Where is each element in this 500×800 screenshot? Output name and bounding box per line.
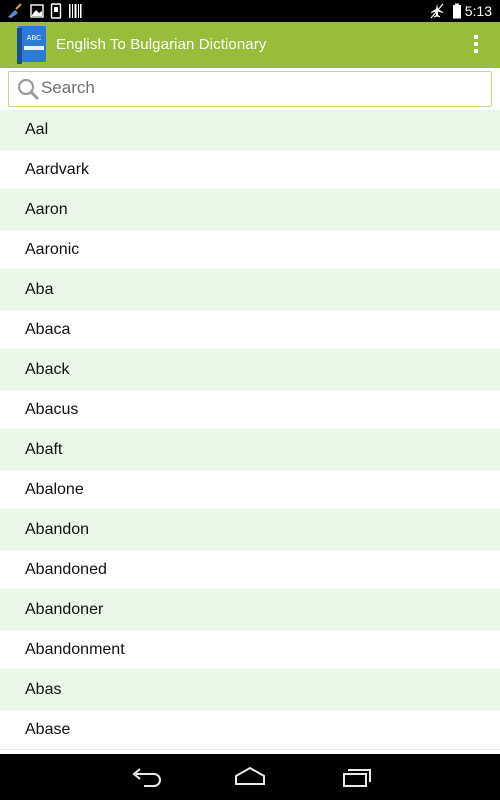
list-item[interactable]: Aardvark: [0, 150, 500, 190]
app-title: English To Bulgarian Dictionary: [56, 36, 267, 53]
overflow-menu-icon[interactable]: [470, 33, 482, 57]
search-icon: [17, 78, 39, 100]
barcode-icon: [69, 4, 82, 18]
word-list: Aal Aardvark Aaron Aaronic Aba Abaca Aback Abac…: [0, 110, 500, 754]
status-bar: 5:13: [0, 0, 500, 22]
action-bar: ABC English To Bulgarian Dictionary: [0, 22, 500, 68]
list-item[interactable]: Abacus: [0, 390, 500, 430]
list-item[interactable]: Abandoner: [0, 590, 500, 630]
list-item[interactable]: Abandoned: [0, 550, 500, 590]
list-item[interactable]: Aal: [0, 110, 500, 150]
app-logo-icon[interactable]: ABC: [14, 24, 50, 66]
list-item[interactable]: Abase: [0, 710, 500, 750]
list-item[interactable]: Abalone: [0, 470, 500, 510]
search-input[interactable]: [39, 73, 483, 103]
list-item[interactable]: Abaca: [0, 310, 500, 350]
app-logo-text: ABC: [27, 35, 41, 42]
back-icon[interactable]: [126, 764, 166, 790]
broom-icon: [8, 3, 22, 18]
list-item[interactable]: Abaft: [0, 430, 500, 470]
list-item[interactable]: Abandonment: [0, 630, 500, 670]
list-item[interactable]: Aaron: [0, 190, 500, 230]
recents-icon[interactable]: [338, 764, 378, 790]
home-icon[interactable]: [230, 764, 270, 790]
battery-icon: [453, 3, 461, 19]
phone-icon: [50, 3, 62, 19]
list-item[interactable]: Aba: [0, 270, 500, 310]
image-icon: [30, 4, 44, 18]
list-item[interactable]: Abandon: [0, 510, 500, 550]
navigation-bar: [0, 754, 500, 800]
list-item[interactable]: Aaronic: [0, 230, 500, 270]
airplane-mode-icon: [430, 3, 444, 19]
search-bar: [0, 68, 500, 110]
list-item[interactable]: Aback: [0, 350, 500, 390]
list-item[interactable]: Abas: [0, 670, 500, 710]
clock: 5:13: [464, 3, 492, 19]
search-box[interactable]: [8, 71, 492, 107]
